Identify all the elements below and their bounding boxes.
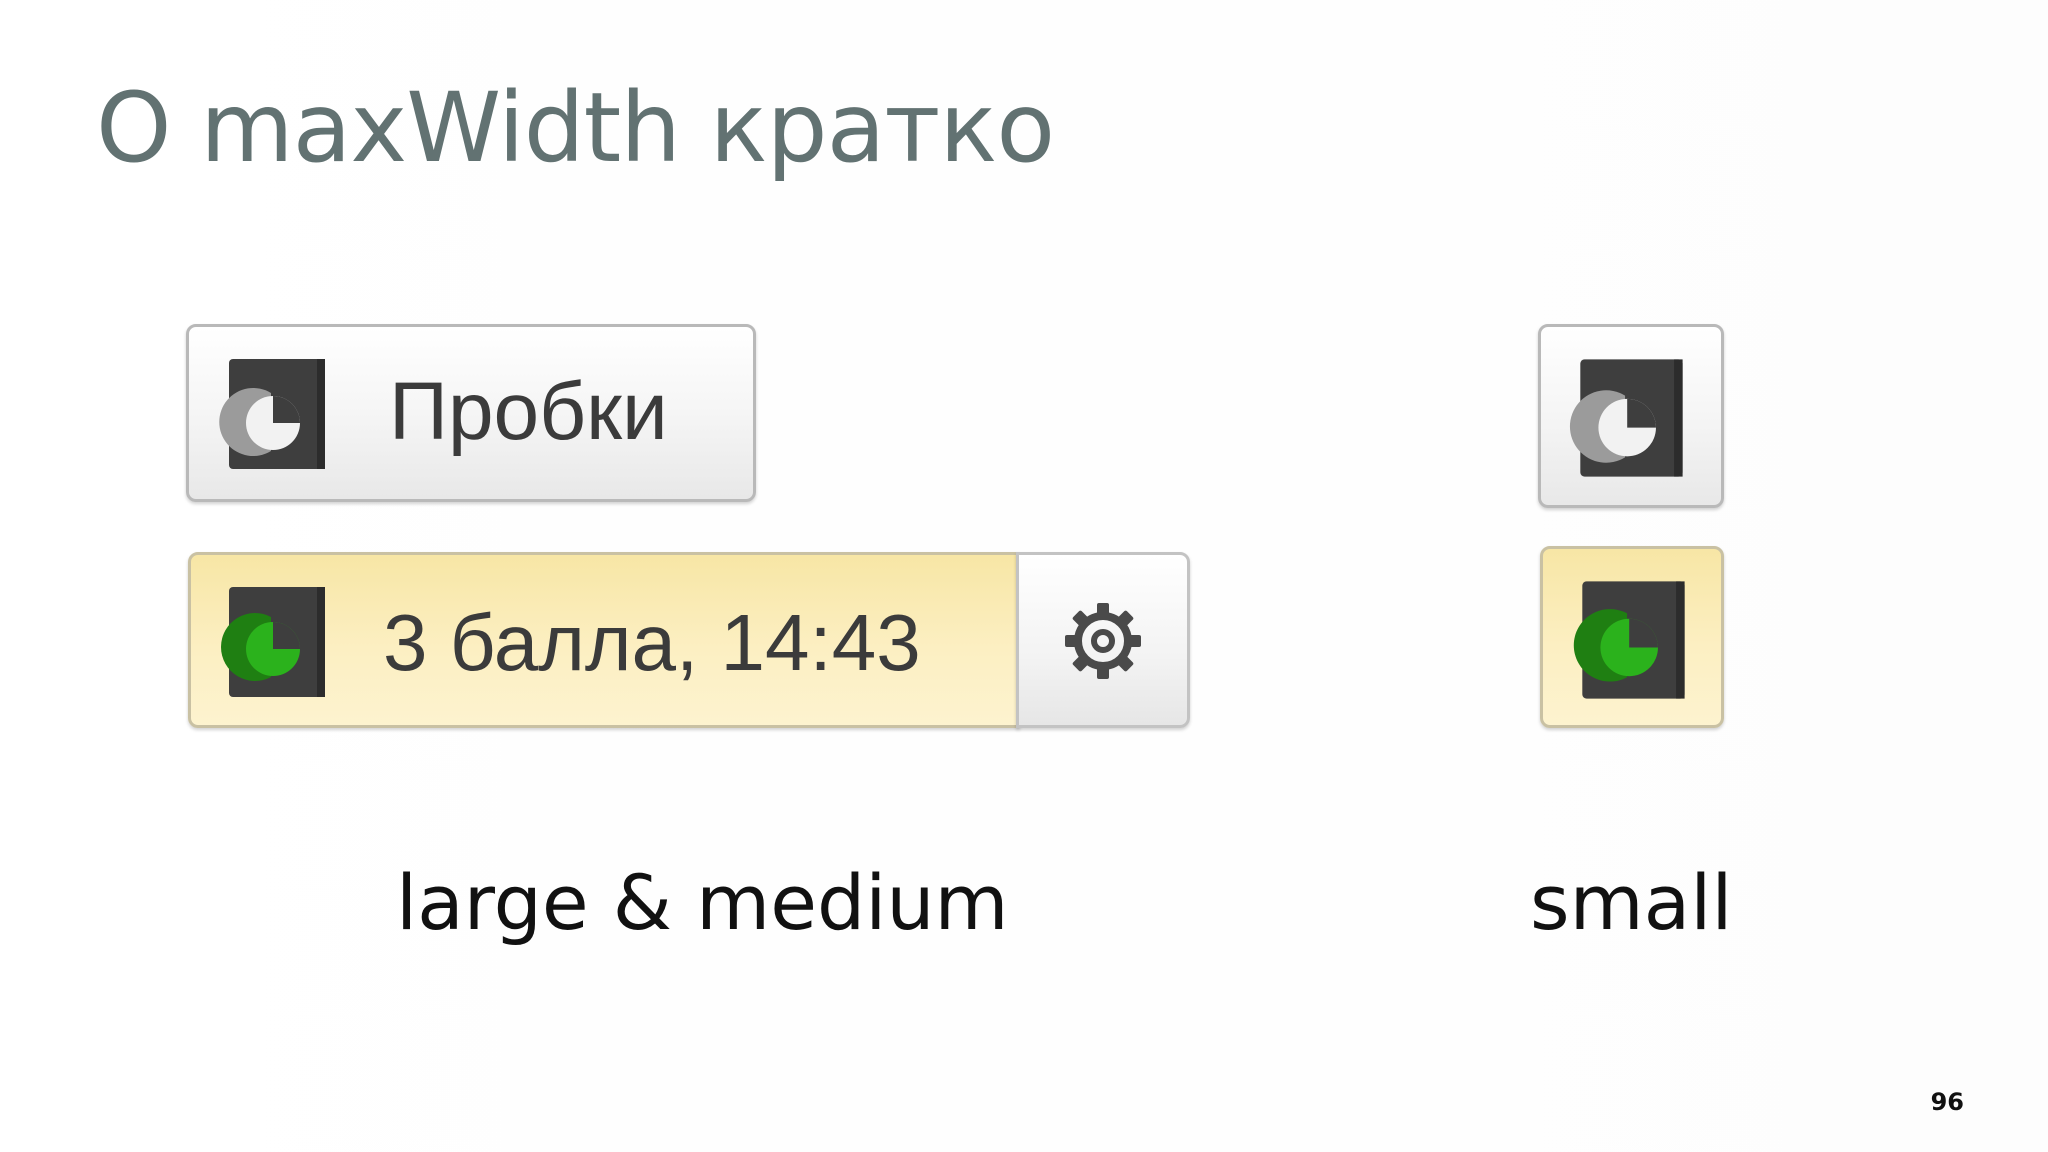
traffic-button-label: Пробки: [389, 366, 668, 457]
traffic-light-green-icon: [1561, 575, 1691, 705]
caption-large-medium: large & medium: [396, 858, 1009, 947]
slide: О maxWidth кратко Пробки 3 балла, 14:43 …: [0, 0, 2048, 1152]
slide-title: О maxWidth кратко: [96, 72, 1055, 184]
gear-icon: [1063, 601, 1143, 681]
traffic-status-small[interactable]: [1540, 546, 1724, 728]
traffic-button-small[interactable]: [1538, 324, 1724, 508]
page-number: 96: [1930, 1088, 1964, 1116]
settings-button[interactable]: [1016, 552, 1190, 728]
traffic-status-large[interactable]: 3 балла, 14:43: [188, 552, 1020, 728]
traffic-light-gray-icon: [1559, 353, 1689, 483]
traffic-button-large[interactable]: Пробки: [186, 324, 756, 502]
traffic-light-green-icon: [209, 581, 331, 703]
traffic-status-label: 3 балла, 14:43: [383, 598, 921, 687]
traffic-light-gray-icon: [209, 353, 331, 475]
caption-small: small: [1530, 858, 1733, 947]
